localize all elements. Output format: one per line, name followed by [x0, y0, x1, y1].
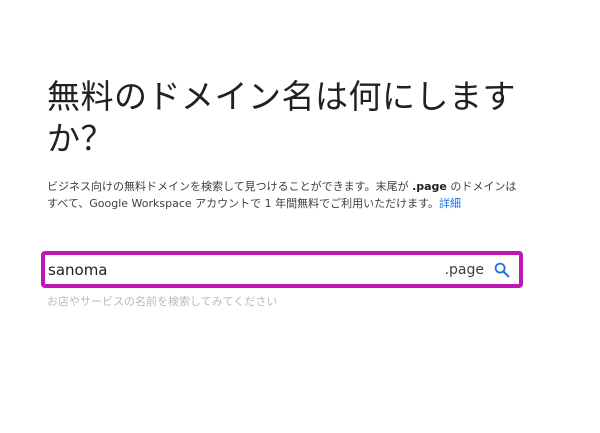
- domain-suffix-bold: .page: [412, 180, 447, 193]
- search-hint: お店やサービスの名前を検索してみてください: [47, 295, 278, 308]
- search-box-highlight: .page: [41, 251, 523, 288]
- description-text: ビジネス向けの無料ドメインを検索して見つけることができます。末尾が .page …: [47, 178, 525, 212]
- page-title: 無料のドメイン名は何にしますか？: [47, 77, 516, 158]
- details-link[interactable]: 詳細: [439, 197, 461, 210]
- domain-search-box: .page: [48, 258, 516, 281]
- domain-suffix: .page: [444, 261, 484, 278]
- domain-search-page: 無料のドメイン名は何にしますか？ ビジネス向けの無料ドメインを検索して見つけるこ…: [0, 0, 600, 433]
- description-text-before: ビジネス向けの無料ドメインを検索して見つけることができます。末尾が: [47, 180, 413, 193]
- domain-search-input[interactable]: [48, 260, 445, 279]
- magnifier-glyph: [494, 262, 510, 277]
- search-icon[interactable]: [492, 260, 512, 280]
